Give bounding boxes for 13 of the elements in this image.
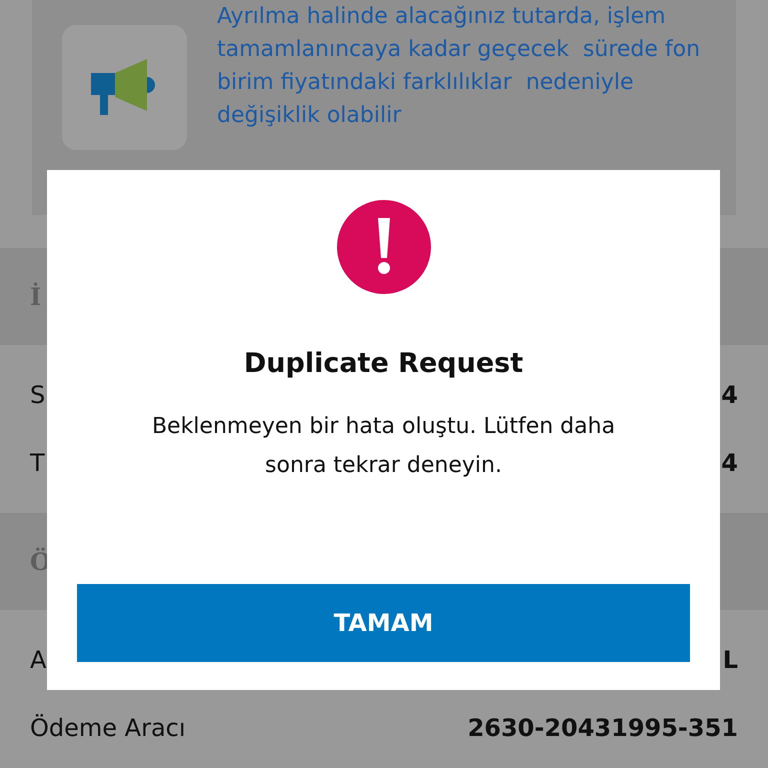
dialog-title: Duplicate Request [244, 347, 524, 381]
row-value: 2630-20431995-351 [468, 713, 738, 744]
row-value: 4 [721, 448, 738, 479]
row-label: S [30, 380, 46, 411]
ok-button[interactable]: TAMAM [77, 584, 690, 662]
dialog-message: Beklenmeyen bir hata oluştu. Lütfen daha sonra tekrar deneyin. [150, 412, 616, 480]
row-value: 4 [721, 380, 738, 411]
row-label: Ödeme Aracı [30, 713, 186, 744]
row-label: T [30, 448, 45, 479]
notice-text: Ayrılma halinde alacağınız tutarda, işlem tamamlanıncaya kadar geçecek sürede fon birim fiyatındaki farklılıklar nedeniyle değişiklik olabilir [217, 3, 702, 130]
row-label: A [30, 645, 46, 676]
row-value: L [722, 645, 738, 676]
exclamation-icon [336, 200, 430, 294]
